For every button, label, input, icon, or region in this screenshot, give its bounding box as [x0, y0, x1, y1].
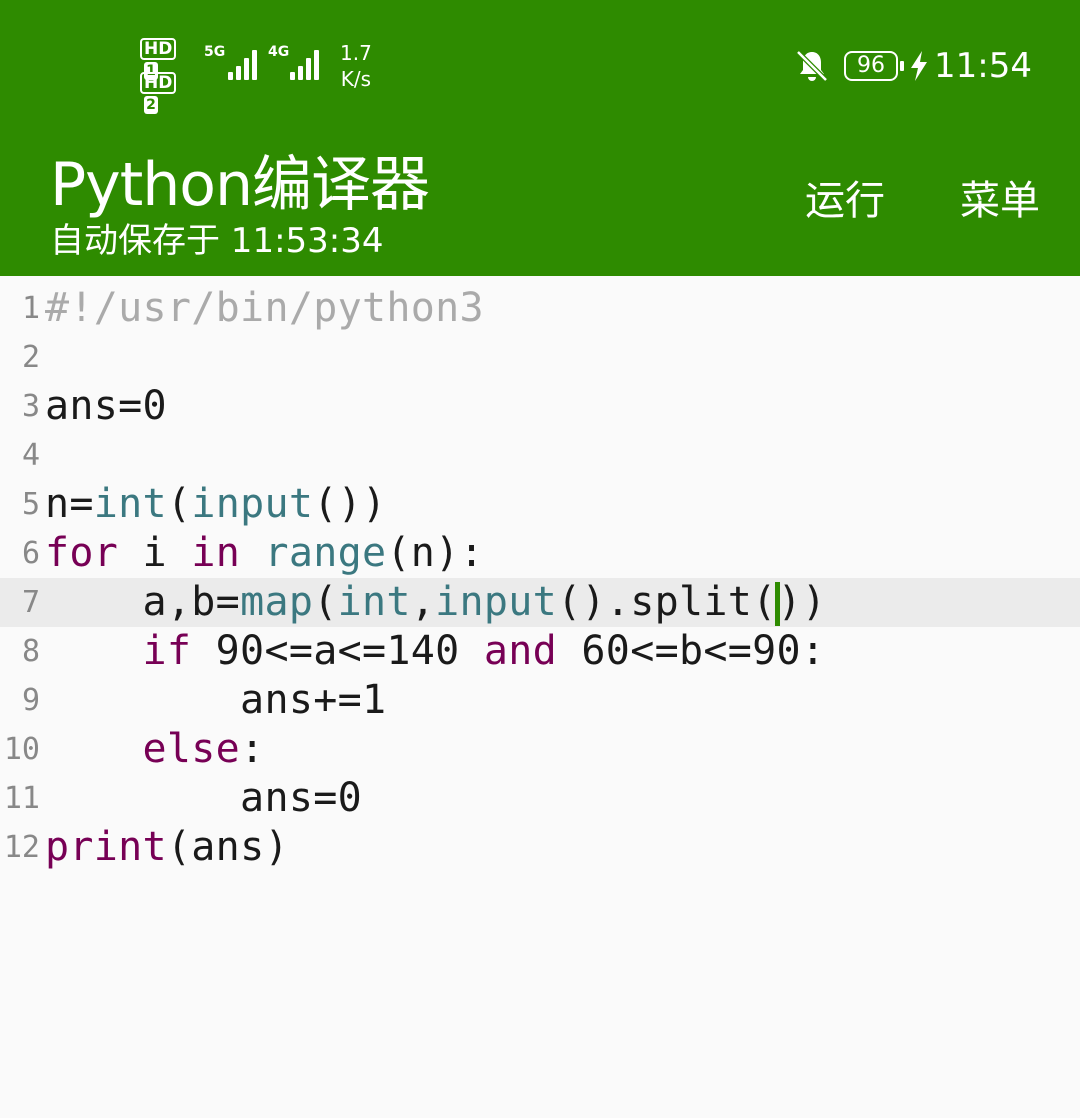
code-token: :: [240, 726, 265, 772]
autosave-status: 自动保存于 11:53:34: [50, 221, 384, 261]
hd-badge: HD: [140, 38, 177, 60]
line-number: 7: [21, 585, 40, 620]
status-bar-right: 96 11:54: [794, 44, 1032, 88]
sim2-indicator: HD 2: [140, 72, 177, 114]
signal-icon: [228, 48, 260, 80]
code-token: i: [118, 530, 192, 576]
network-type-2: 4G: [268, 44, 290, 60]
line-number: 2: [21, 340, 40, 375]
charging-bolt-icon: [911, 51, 928, 81]
speed-value: 1.7: [340, 41, 372, 65]
code-token: (n):: [386, 530, 484, 576]
line-number: 1: [21, 291, 40, 326]
builtin-token: input: [435, 579, 558, 625]
run-button[interactable]: 运行: [805, 168, 885, 226]
code-token: ()): [313, 481, 387, 527]
code-token: 60<=b<=90:: [557, 628, 826, 674]
code-line[interactable]: 10 else:: [0, 725, 1080, 774]
keyword-token: if: [142, 628, 192, 674]
bell-off-icon: [796, 50, 828, 82]
sim-number: 2: [144, 96, 158, 114]
keyword-token: else: [142, 726, 241, 772]
line-number: 4: [21, 438, 40, 473]
keyword-token: print: [45, 824, 167, 870]
builtin-token: range: [264, 530, 387, 576]
code-token: (: [313, 579, 338, 625]
builtin-token: int: [93, 481, 167, 527]
code-line[interactable]: 3 ans=0: [0, 382, 1080, 431]
app-bar: HD1 HD2 5G 4G 1.7 K/s 96 11:54 Python编译器…: [0, 0, 1080, 276]
code-editor[interactable]: 1 #!/usr/bin/python3 2 3 ans=0 4 5 n=int(input(…: [0, 276, 1080, 1118]
code-text[interactable]: if 90<=a<=140 and 60<=b<=90:: [45, 627, 825, 676]
code-text[interactable]: for i in range(n):: [45, 529, 484, 578]
network-type-1: 5G: [204, 44, 226, 60]
code-token: n=: [45, 481, 94, 527]
battery-icon: 96: [844, 51, 905, 81]
code-text[interactable]: ans+=1: [45, 676, 386, 725]
keyword-token: in: [191, 530, 241, 576]
network-speed: 1.7 K/s: [340, 40, 372, 92]
code-text[interactable]: #!/usr/bin/python3: [45, 284, 484, 333]
code-token: ().split(: [557, 579, 777, 625]
line-number: 11: [3, 781, 40, 816]
builtin-token: map: [240, 579, 314, 625]
line-number: 9: [21, 683, 40, 718]
code-line[interactable]: 5 n=int(input()): [0, 480, 1080, 529]
line-number: 5: [21, 487, 40, 522]
code-line[interactable]: 7 a,b=map(int,input().split()): [0, 578, 1080, 627]
code-line[interactable]: 9 ans+=1: [0, 676, 1080, 725]
comment-token: #!/usr/bin/python3: [45, 285, 484, 331]
code-token: )): [777, 579, 827, 625]
code-line[interactable]: 6 for i in range(n):: [0, 529, 1080, 578]
speed-unit: K/s: [340, 67, 372, 91]
code-token: ans+=1: [45, 677, 387, 723]
code-token: (: [166, 481, 192, 527]
line-number: 3: [21, 389, 40, 424]
code-line[interactable]: 8 if 90<=a<=140 and 60<=b<=90:: [0, 627, 1080, 676]
code-token: (ans): [166, 824, 289, 870]
builtin-token: input: [191, 481, 314, 527]
line-number: 10: [3, 732, 40, 767]
code-line[interactable]: 1 #!/usr/bin/python3: [0, 284, 1080, 333]
code-line[interactable]: 12 print(ans): [0, 823, 1080, 872]
code-token: ans=0: [45, 775, 362, 821]
builtin-token: int: [337, 579, 411, 625]
code-text[interactable]: print(ans): [45, 823, 289, 872]
status-clock: 11:54: [934, 46, 1032, 86]
code-line[interactable]: 2: [0, 333, 1080, 382]
keyword-token: for: [45, 530, 119, 576]
line-number: 8: [21, 634, 40, 669]
code-token: ans=0: [45, 383, 167, 429]
menu-button[interactable]: 菜单: [960, 168, 1040, 226]
code-text[interactable]: else:: [45, 725, 265, 774]
code-token: ,: [410, 579, 436, 625]
page-title: Python编译器: [50, 150, 430, 220]
code-line[interactable]: 4: [0, 431, 1080, 480]
hd-badge: HD: [140, 72, 177, 94]
code-line[interactable]: 11 ans=0: [0, 774, 1080, 823]
line-number: 6: [21, 536, 40, 571]
code-text[interactable]: ans=0: [45, 774, 362, 823]
signal-icon: [290, 48, 322, 80]
code-text[interactable]: a,b=map(int,input().split()): [45, 578, 826, 627]
line-number: 12: [3, 830, 40, 865]
code-token: a,b=: [45, 579, 241, 625]
code-token: 90<=a<=140: [191, 628, 484, 674]
code-text[interactable]: n=int(input()): [45, 480, 386, 529]
keyword-token: and: [483, 628, 558, 674]
code-text[interactable]: ans=0: [45, 382, 167, 431]
